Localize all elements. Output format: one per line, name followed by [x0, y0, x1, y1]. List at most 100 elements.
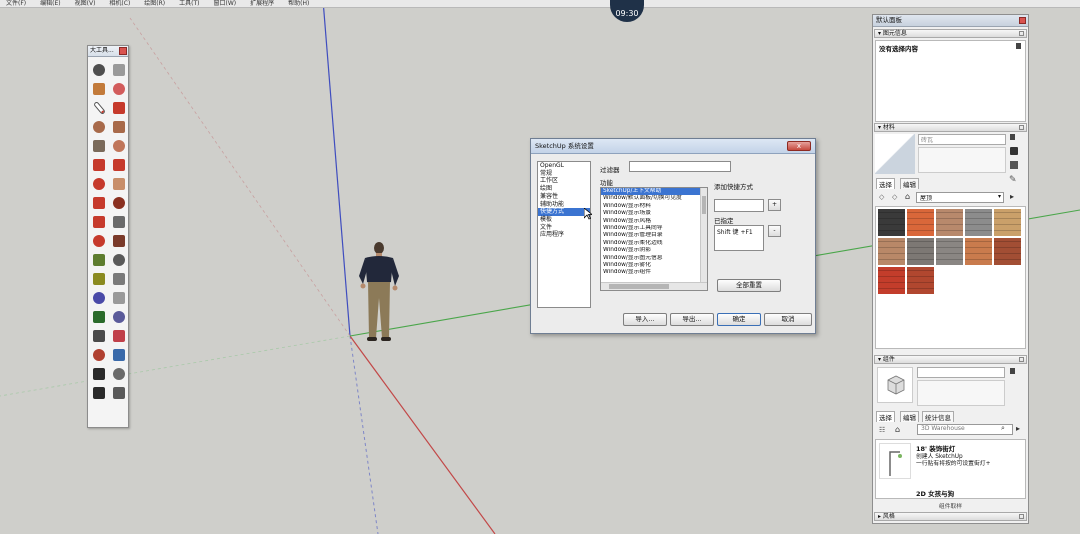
menu-item[interactable]: 编辑(E)	[40, 1, 60, 7]
export-button[interactable]: 导出...	[670, 313, 714, 326]
function-list-horizontal-scrollbar[interactable]	[601, 282, 707, 290]
push-pull-icon[interactable]	[110, 193, 128, 212]
dialog-close-button[interactable]: x	[787, 141, 811, 151]
large-tool-set-palette[interactable]: 大工具...	[87, 45, 129, 428]
create-material-icon[interactable]	[1010, 161, 1018, 169]
function-list-item[interactable]: Window/默认面板/切换可见度	[601, 195, 707, 202]
freehand-icon[interactable]	[110, 98, 128, 117]
menu-item[interactable]: 文件(F)	[6, 1, 26, 7]
select-icon[interactable]	[90, 60, 108, 79]
dialog-title-bar[interactable]: SketchUp 系统设置 x	[531, 139, 815, 154]
material-swatch[interactable]	[878, 267, 905, 294]
material-name-input[interactable]: 砖瓦	[918, 134, 1006, 145]
streetlight-thumbnail[interactable]	[879, 443, 911, 479]
preferences-category-list[interactable]: OpenGL 常规 工作区 绘图 兼容性 辅助功能 快捷方式 模板 文件 应用程序	[537, 161, 591, 308]
text-icon[interactable]	[110, 269, 128, 288]
line-icon[interactable]	[90, 98, 108, 117]
function-list-item[interactable]: Window/显示材料	[601, 203, 707, 210]
preferences-category-item[interactable]: 应用程序	[538, 231, 590, 239]
material-swatch[interactable]	[936, 209, 963, 236]
components-details-icon[interactable]: ▸	[1016, 424, 1020, 433]
add-shortcut-button[interactable]: +	[768, 199, 781, 211]
palette-close-button[interactable]	[119, 47, 127, 55]
menu-item[interactable]: 扩展程序	[250, 1, 274, 7]
function-list-item[interactable]: Window/显示场景	[601, 210, 707, 217]
assigned-shortcut-item[interactable]: Shift 键 +F1	[717, 227, 761, 236]
material-swatch[interactable]	[936, 238, 963, 265]
import-button[interactable]: 导入...	[623, 313, 667, 326]
function-list-item[interactable]: Window/显示工具向导	[601, 225, 707, 232]
material-swatch[interactable]	[965, 209, 992, 236]
sample-paint-icon[interactable]: ✎	[1009, 175, 1017, 185]
function-list-vertical-scrollbar[interactable]	[700, 188, 707, 284]
assigned-shortcuts-list[interactable]: Shift 键 +F1	[714, 225, 764, 251]
filter-input[interactable]	[629, 161, 731, 172]
tray-close-button[interactable]	[1019, 17, 1026, 24]
look-around-icon[interactable]	[110, 364, 128, 383]
preferences-category-item[interactable]: OpenGL	[538, 162, 590, 170]
material-swatch[interactable]	[907, 267, 934, 294]
material-swatch[interactable]	[878, 238, 905, 265]
arc-icon[interactable]	[90, 155, 108, 174]
paint-bucket-icon[interactable]	[90, 79, 108, 98]
components-header[interactable]: ▾ 组件	[874, 355, 1027, 364]
entity-info-header[interactable]: ▾ 图元信息	[874, 29, 1027, 38]
component-search-input[interactable]: 3D Warehouse	[917, 424, 1013, 435]
entity-info-toggle[interactable]	[1019, 31, 1024, 36]
preferences-category-item[interactable]: 绘图	[538, 185, 590, 193]
dimension-icon[interactable]	[110, 250, 128, 269]
function-list-item[interactable]: Window/显示风格	[601, 218, 707, 225]
material-swatch[interactable]	[965, 238, 992, 265]
material-swatch[interactable]	[907, 238, 934, 265]
zoom-icon[interactable]	[90, 326, 108, 345]
function-list-item[interactable]: SketchUp/上下文帮助	[601, 188, 707, 196]
section-plane-icon[interactable]	[110, 383, 128, 402]
function-list-item[interactable]: Window/显示管理目录	[601, 232, 707, 239]
home-icon[interactable]: ⌂	[905, 192, 910, 201]
menu-item[interactable]: 视图(V)	[75, 1, 96, 7]
scale-figure-person[interactable]	[355, 240, 403, 348]
menu-item[interactable]: 窗口(W)	[214, 1, 237, 7]
function-list-item[interactable]: Window/显示雾化	[601, 262, 707, 269]
components-toggle[interactable]	[1019, 357, 1024, 362]
offset-icon[interactable]	[110, 231, 128, 250]
materials-header[interactable]: ▾ 材料	[874, 123, 1027, 132]
component-item-title[interactable]: 2D 女孩与狗	[916, 488, 954, 498]
components-tab-statistics[interactable]: 统计信息	[922, 411, 954, 422]
add-shortcut-input[interactable]	[714, 199, 764, 212]
menu-item[interactable]: 帮助(H)	[288, 1, 309, 7]
preferences-category-item[interactable]: 快捷方式	[538, 208, 590, 216]
cancel-button[interactable]: 取消	[764, 313, 812, 326]
materials-tab-select[interactable]: 选择	[876, 178, 895, 189]
three-point-arc-icon[interactable]	[110, 174, 128, 193]
styles-header[interactable]: ▸ 风格	[874, 512, 1027, 521]
function-list-item[interactable]: Window/显示图元信息	[601, 255, 707, 262]
material-swatch[interactable]	[994, 238, 1021, 265]
eraser-icon[interactable]	[110, 60, 128, 79]
follow-me-icon[interactable]	[110, 212, 128, 231]
preferences-category-item[interactable]: 模板	[538, 216, 590, 224]
tape-measure-icon[interactable]	[90, 250, 108, 269]
zoom-extents-icon[interactable]	[90, 345, 108, 364]
pie-icon[interactable]	[90, 174, 108, 193]
details-arrow-icon[interactable]: ▸	[1010, 192, 1014, 201]
circle-icon[interactable]	[90, 136, 108, 155]
rotated-rectangle-icon[interactable]	[110, 117, 128, 136]
polygon-icon[interactable]	[110, 136, 128, 155]
3d-text-icon[interactable]	[110, 288, 128, 307]
tray-title-bar[interactable]: 默认面板	[873, 15, 1028, 27]
reset-all-button[interactable]: 全部重置	[717, 279, 781, 292]
function-list-item[interactable]: Window/显示组件	[601, 269, 707, 276]
forward-arrow-icon[interactable]: ◇	[892, 193, 897, 201]
zoom-window-icon[interactable]	[110, 326, 128, 345]
protractor-icon[interactable]	[90, 269, 108, 288]
rectangle-icon[interactable]	[90, 117, 108, 136]
components-tab-select[interactable]: 选择	[876, 411, 895, 422]
menu-item[interactable]: 相机(C)	[109, 1, 130, 7]
view-options-icon[interactable]: ☷	[879, 426, 885, 434]
axes-icon[interactable]	[90, 288, 108, 307]
search-icon[interactable]: ⌕	[1001, 424, 1005, 433]
remove-shortcut-button[interactable]: -	[768, 225, 781, 237]
material-collection-select[interactable]: 屋顶 ▾	[916, 192, 1004, 203]
position-camera-icon[interactable]	[90, 364, 108, 383]
